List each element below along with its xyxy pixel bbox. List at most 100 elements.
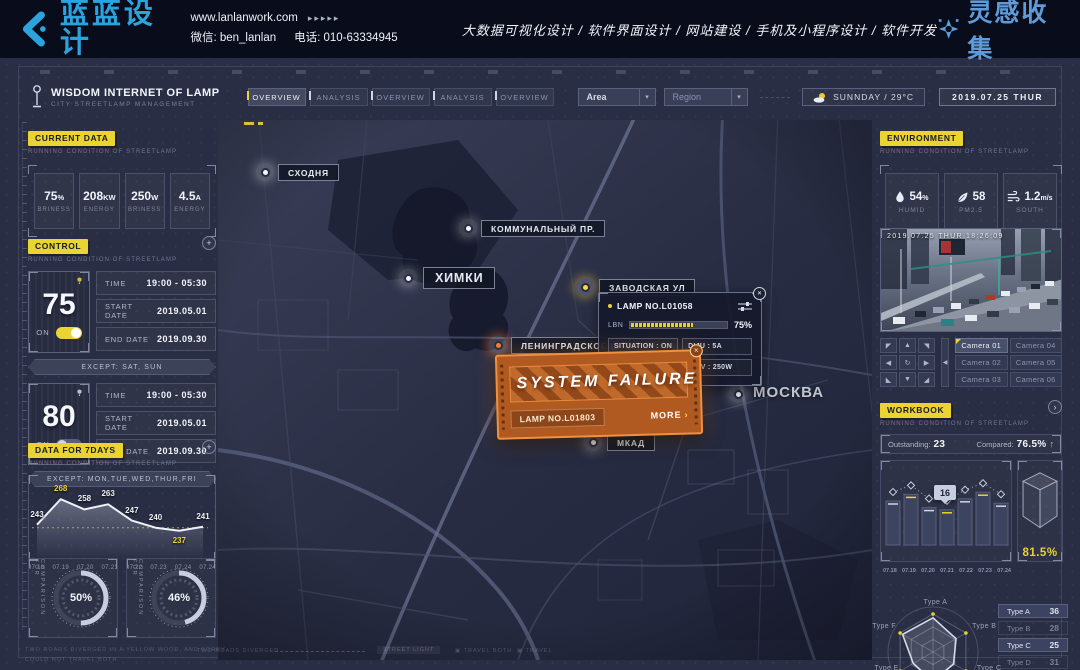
pan-up-right-icon[interactable]: ◥ bbox=[918, 338, 935, 353]
map-pin-leningradskoe[interactable] bbox=[489, 336, 507, 354]
week-data-panel: DATA FOR 7DAYS RUNNING CONDITION OF STRE… bbox=[28, 440, 216, 571]
outstanding-value: 23 bbox=[934, 439, 946, 450]
footer-check2: ▣ TRAVEL bbox=[517, 648, 553, 654]
refresh-icon[interactable]: ↻ bbox=[899, 355, 916, 370]
camera-02-button[interactable]: Camera 02 bbox=[955, 355, 1008, 370]
camera-06-button[interactable]: Camera 06 bbox=[1010, 372, 1063, 387]
top-banner: 蓝蓝设计 www.lanlanwork.com▸▸▸▸▸ 微信: ben_lan… bbox=[0, 0, 1080, 58]
arrows-decoration: ▸▸▸▸▸ bbox=[308, 13, 341, 23]
metric-card-briness: 75% BRINESS bbox=[34, 173, 74, 229]
brightness-value: 80 bbox=[42, 402, 75, 432]
add-button[interactable]: + bbox=[202, 236, 216, 250]
camera-dpad: ◤ ▲ ◥ ◀ ↻ ▶ ◣ ▼ ◢ bbox=[880, 338, 935, 387]
outstanding-label: Outstanding: bbox=[888, 440, 931, 449]
droplet-icon bbox=[895, 190, 905, 203]
metric-unit: W bbox=[151, 193, 158, 202]
metric-label: BRINESS bbox=[37, 207, 70, 213]
add-button[interactable]: + bbox=[202, 440, 216, 454]
more-button[interactable]: MORE› bbox=[650, 410, 688, 421]
map-label-moskva[interactable]: МОСКВА bbox=[753, 384, 824, 401]
tab-analysis-2[interactable]: ANALYSIS bbox=[434, 88, 492, 106]
lanlan-logo[interactable]: 蓝蓝设计 bbox=[16, 0, 174, 58]
system-failure-alert: ✕ SYSTEM FAILURE LAMP NO.L01803 MORE› bbox=[495, 349, 703, 440]
contact-info: www.lanlanwork.com▸▸▸▸▸ 微信: ben_lanlan电话… bbox=[190, 9, 415, 48]
panel-subtitle: RUNNING CONDITION OF STREETLAMP bbox=[28, 461, 177, 467]
row-label: TIME bbox=[105, 391, 126, 400]
next-button[interactable]: › bbox=[1048, 400, 1062, 414]
panel-title-badge: DATA FOR 7DAYS bbox=[28, 443, 123, 458]
weather-widget: SUNNDAY / 29°C bbox=[802, 88, 925, 106]
compared-value: 76.5% bbox=[1017, 439, 1047, 450]
close-icon[interactable]: ✕ bbox=[753, 287, 766, 300]
map-pin-zavodskaya[interactable] bbox=[576, 278, 594, 296]
panel-subtitle: RUNNING CONDITION OF STREETLAMP bbox=[880, 421, 1029, 427]
brightness-box: 75 ON bbox=[28, 271, 90, 353]
tab-overview-1[interactable]: OVERVIEW bbox=[248, 88, 306, 106]
panel-title-badge: CURRENT DATA bbox=[28, 131, 115, 146]
map-pin-skhodnya[interactable] bbox=[256, 163, 274, 181]
time-row: TIME 19:00 - 05:30 bbox=[96, 271, 216, 295]
more-arrow-icon: › bbox=[684, 410, 688, 420]
workbook-stats: Outstanding:23 Compared:76.5%↑ bbox=[880, 434, 1062, 454]
camera-03-button[interactable]: Camera 03 bbox=[955, 372, 1008, 387]
footer-line2: COULD NOT TRAVEL BOTH. bbox=[25, 656, 226, 666]
pan-right-icon[interactable]: ▶ bbox=[918, 355, 935, 370]
metric-label: ENERGY bbox=[84, 207, 115, 213]
camera-05-button[interactable]: Camera 05 bbox=[1010, 355, 1063, 370]
camera-01-button[interactable]: Camera 01 bbox=[955, 338, 1008, 353]
metric-card-watt: 250W BRINESS bbox=[125, 173, 165, 229]
inspiration-collect[interactable]: 灵感收集 bbox=[937, 0, 1064, 65]
tab-analysis-1[interactable]: ANALYSIS bbox=[310, 88, 368, 106]
metric-value: 250 bbox=[131, 189, 151, 203]
area-select[interactable]: Area ▾ bbox=[578, 88, 656, 106]
map-pin-khimki[interactable] bbox=[399, 269, 417, 287]
lbn-value: 75% bbox=[734, 320, 752, 330]
type-b-row[interactable]: Type B28 bbox=[998, 621, 1068, 635]
pan-left-icon[interactable]: ◀ bbox=[880, 355, 897, 370]
collapse-icon[interactable]: ◀ bbox=[941, 338, 949, 387]
map-label-khimki[interactable]: ХИМКИ bbox=[423, 267, 495, 289]
row-value: 19:00 - 05:30 bbox=[146, 278, 207, 288]
map-pin-kommunalny[interactable] bbox=[459, 219, 477, 237]
map-pin-moskva[interactable] bbox=[729, 385, 747, 403]
region-select[interactable]: Region ▾ bbox=[664, 88, 748, 106]
collect-label: 灵感收集 bbox=[967, 0, 1064, 65]
current-data-cards: 75% BRINESS 208KW ENERGY 250W BRINESS 4.… bbox=[28, 165, 216, 237]
compared-label: Compared: bbox=[977, 440, 1014, 449]
pan-up-icon[interactable]: ▲ bbox=[899, 338, 916, 353]
footer-line1: TWO ROADS DIVERGED IN A YELLOW WOOD, AND… bbox=[25, 646, 226, 656]
city-map[interactable]: СХОДНЯ КОММУНАЛЬНЫЙ ПР. ХИМКИ ЗАВОДСКАЯ … bbox=[218, 120, 872, 660]
tab-bar: OVERVIEW ANALYSIS OVERVIEW ANALYSIS OVER… bbox=[248, 88, 554, 106]
type-a-row[interactable]: Type A36 bbox=[998, 604, 1068, 618]
lamp-id: LAMP NO.L01058 bbox=[617, 301, 693, 311]
accent-decoration bbox=[258, 122, 263, 125]
wind-icon bbox=[1007, 191, 1020, 202]
gauge-46: COMPARISON FOR 46% bbox=[126, 558, 216, 638]
pan-down-left-icon[interactable]: ◣ bbox=[880, 372, 897, 387]
end-date-row: END DATE 2019.09.30 bbox=[96, 327, 216, 351]
bar-chart-svg bbox=[883, 463, 1011, 549]
map-label-skhodnya[interactable]: СХОДНЯ bbox=[278, 164, 339, 181]
metric-unit: KW bbox=[103, 193, 116, 202]
metric-card-energy: 208KW ENERGY bbox=[79, 173, 119, 229]
pan-down-icon[interactable]: ▼ bbox=[899, 372, 916, 387]
power-toggle[interactable] bbox=[56, 327, 82, 339]
footer-check1: ▣ TRAVEL BOTH bbox=[455, 648, 512, 654]
workbook-side-value: 81.5% bbox=[1022, 547, 1057, 559]
camera-view[interactable]: 2019.07.25 THUR 18:26:09 bbox=[880, 228, 1062, 332]
pan-down-right-icon[interactable]: ◢ bbox=[918, 372, 935, 387]
tab-overview-3[interactable]: OVERVIEW bbox=[496, 88, 554, 106]
tab-overview-2[interactable]: OVERVIEW bbox=[372, 88, 430, 106]
up-arrow-icon: ↑ bbox=[1050, 439, 1055, 449]
env-card-pm25: 58 PM2.5 bbox=[944, 173, 998, 231]
website-link[interactable]: www.lanlanwork.com bbox=[190, 12, 297, 24]
map-label-kommunalny[interactable]: КОММУНАЛЬНЫЙ ПР. bbox=[481, 220, 605, 237]
pan-up-left-icon[interactable]: ◤ bbox=[880, 338, 897, 353]
environment-panel: ENVIRONMENT RUNNING CONDITION OF STREETL… bbox=[880, 128, 1062, 239]
env-label: PM2.5 bbox=[959, 207, 983, 214]
gauge-side-label: COMPARISON FOR bbox=[33, 559, 45, 637]
sliders-icon[interactable] bbox=[738, 302, 752, 311]
camera-04-button[interactable]: Camera 04 bbox=[1010, 338, 1063, 353]
camera-panel: 2019.07.25 THUR 18:26:09 bbox=[880, 228, 1062, 387]
services-list: 大数据可视化设计 / 软件界面设计 / 网站建设 / 手机及小程序设计 / 软件… bbox=[462, 20, 937, 39]
